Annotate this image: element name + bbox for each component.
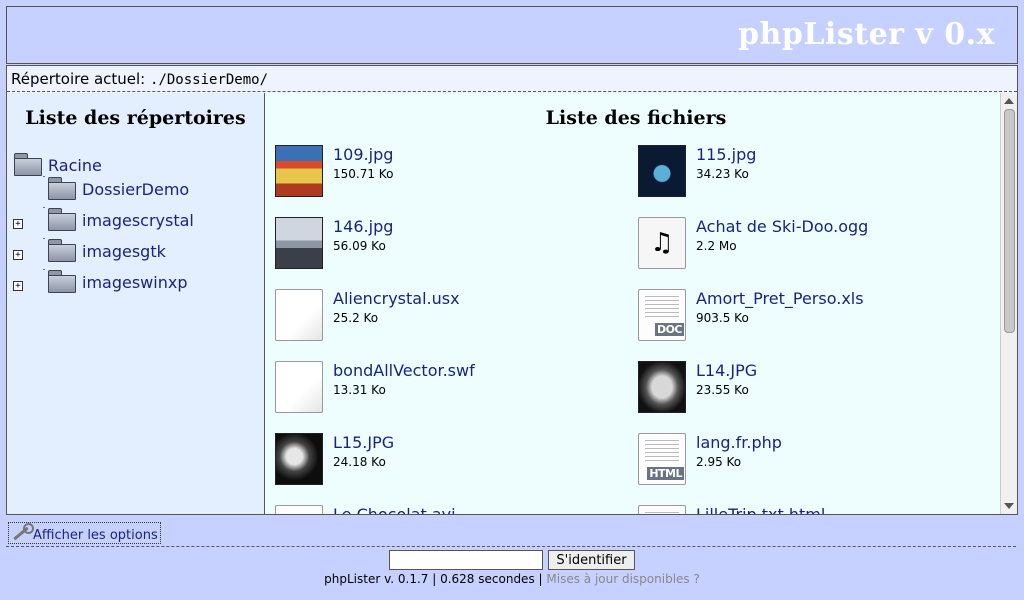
doc-file-icon: DOC bbox=[638, 289, 686, 341]
file-name[interactable]: L14.JPG bbox=[696, 361, 757, 381]
file-size: 13.31 Ko bbox=[333, 383, 386, 397]
file-size: 150.71 Ko bbox=[333, 167, 394, 181]
file-name[interactable]: Achat de Ski-Doo.ogg bbox=[696, 217, 868, 237]
file-item[interactable]: 109.jpg 150.71 Ko bbox=[275, 145, 615, 205]
file-size: 56.09 Ko bbox=[333, 239, 386, 253]
tree-node-imagescrystal[interactable]: imagescrystal bbox=[48, 202, 194, 231]
image-thumbnail bbox=[275, 145, 323, 197]
blank-file-icon bbox=[275, 361, 323, 413]
image-thumbnail bbox=[638, 145, 686, 197]
file-item[interactable]: 146.jpg 56.09 Ko bbox=[275, 217, 615, 277]
file-name[interactable]: LilleTrip.txt.html bbox=[696, 505, 825, 514]
file-name[interactable]: Amort_Pret_Perso.xls bbox=[696, 289, 864, 309]
footer: phpLister v. 0.1.7 | 0.628 secondes | Mi… bbox=[0, 572, 1024, 586]
current-directory-label: Répertoire actuel: bbox=[11, 70, 146, 88]
audio-file-icon: ♫ bbox=[638, 217, 686, 269]
file-name[interactable]: L15.JPG bbox=[333, 433, 394, 453]
file-size: 2.2 Mo bbox=[696, 239, 737, 253]
image-thumbnail bbox=[275, 217, 323, 269]
current-directory-bar: Répertoire actuel: ./DossierDemo/ bbox=[7, 66, 1017, 92]
file-item[interactable]: 115.jpg 34.23 Ko bbox=[638, 145, 978, 205]
file-name[interactable]: lang.fr.php bbox=[696, 433, 782, 453]
file-pane: Liste des fichiers 109.jpg 150.71 Ko 115… bbox=[265, 93, 1017, 514]
file-item[interactable]: Le Chocolat.avi bbox=[275, 505, 615, 514]
file-type-badge: HTML bbox=[647, 467, 684, 480]
file-item[interactable]: LilleTrip.txt.html bbox=[638, 505, 978, 514]
expand-imagesgtk-icon[interactable]: + bbox=[13, 250, 23, 260]
tree-node-imageswinxp[interactable]: imageswinxp bbox=[48, 264, 188, 293]
file-size: 2.95 Ko bbox=[696, 455, 742, 469]
directory-pane-title: Liste des répertoires bbox=[25, 107, 246, 129]
expand-imagescrystal-icon[interactable]: + bbox=[13, 219, 23, 229]
app-title: phpLister v 0.x bbox=[738, 17, 995, 52]
folder-icon bbox=[48, 239, 76, 262]
tree-node-dossierdemo[interactable]: DossierDemo bbox=[48, 171, 190, 200]
app-header: phpLister v 0.x bbox=[6, 6, 1018, 64]
login-input[interactable] bbox=[389, 550, 543, 570]
file-item[interactable]: HTML lang.fr.php 2.95 Ko bbox=[638, 433, 978, 493]
doc-file-icon bbox=[638, 505, 686, 514]
options-bar: Afficher les options bbox=[6, 516, 1016, 547]
updates-link[interactable]: Mises à jour disponibles ? bbox=[546, 572, 699, 586]
file-name[interactable]: bondAllVector.swf bbox=[333, 361, 475, 381]
folder-icon bbox=[48, 177, 76, 200]
file-name[interactable]: 146.jpg bbox=[333, 217, 393, 237]
file-type-badge: DOC bbox=[654, 323, 684, 336]
file-size: 24.18 Ko bbox=[333, 455, 386, 469]
file-list-scrollbar[interactable] bbox=[1000, 93, 1017, 514]
version-info: phpLister v. 0.1.7 | 0.628 secondes | bbox=[324, 572, 543, 586]
expand-imageswinxp-icon[interactable]: + bbox=[13, 281, 23, 291]
show-options-label[interactable]: Afficher les options bbox=[33, 528, 158, 543]
current-directory-path: ./DossierDemo/ bbox=[150, 72, 269, 88]
tree-node-label: imageswinxp bbox=[82, 273, 188, 292]
wrench-icon bbox=[9, 523, 34, 543]
file-item[interactable]: bondAllVector.swf 13.31 Ko bbox=[275, 361, 615, 421]
file-item[interactable]: Aliencrystal.usx 25.2 Ko bbox=[275, 289, 615, 349]
file-size: 34.23 Ko bbox=[696, 167, 749, 181]
file-name[interactable]: 109.jpg bbox=[333, 145, 393, 165]
show-options-link[interactable]: Afficher les options bbox=[8, 522, 161, 544]
folder-icon bbox=[48, 208, 76, 231]
tree-node-label: DossierDemo bbox=[82, 180, 190, 199]
folder-icon bbox=[14, 153, 42, 176]
image-thumbnail bbox=[275, 433, 323, 485]
tree-node-label: imagesgtk bbox=[82, 242, 166, 261]
file-size: 903.5 Ko bbox=[696, 311, 749, 325]
file-name[interactable]: Le Chocolat.avi bbox=[333, 505, 456, 514]
folder-icon bbox=[48, 270, 76, 293]
tree-node-imagesgtk[interactable]: imagesgtk bbox=[48, 233, 166, 262]
file-item[interactable]: L14.JPG 23.55 Ko bbox=[638, 361, 978, 421]
login-form: S'identifier bbox=[0, 550, 1024, 572]
file-size: 23.55 Ko bbox=[696, 383, 749, 397]
file-item[interactable]: DOC Amort_Pret_Perso.xls 903.5 Ko bbox=[638, 289, 978, 349]
blank-file-icon bbox=[275, 289, 323, 341]
file-pane-title: Liste des fichiers bbox=[545, 107, 727, 129]
scroll-down-icon[interactable] bbox=[1004, 503, 1014, 509]
login-button[interactable]: S'identifier bbox=[548, 550, 635, 570]
tree-node-label: imagescrystal bbox=[82, 211, 194, 230]
main-frame: Répertoire actuel: ./DossierDemo/ Liste … bbox=[6, 65, 1018, 515]
image-thumbnail bbox=[638, 361, 686, 413]
file-item[interactable]: ♫ Achat de Ski-Doo.ogg 2.2 Mo bbox=[638, 217, 978, 277]
file-name[interactable]: 115.jpg bbox=[696, 145, 756, 165]
file-item[interactable]: L15.JPG 24.18 Ko bbox=[275, 433, 615, 493]
scroll-thumb[interactable] bbox=[1004, 109, 1015, 333]
file-size: 25.2 Ko bbox=[333, 311, 379, 325]
directory-pane: Liste des répertoires Racine DossierDemo… bbox=[7, 93, 265, 514]
file-name[interactable]: Aliencrystal.usx bbox=[333, 289, 460, 309]
scroll-up-icon[interactable] bbox=[1004, 98, 1014, 104]
html-file-icon: HTML bbox=[638, 433, 686, 485]
blank-file-icon bbox=[275, 505, 323, 514]
